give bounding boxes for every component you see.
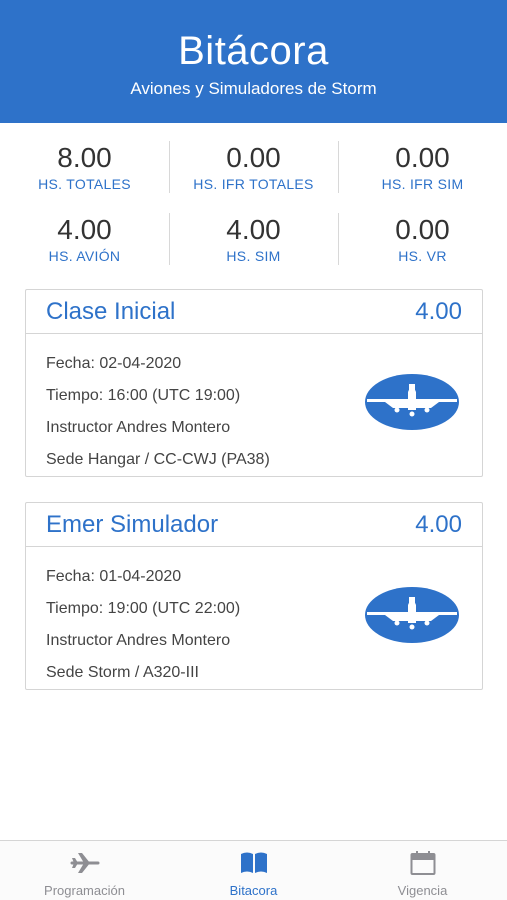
stat-hs-ifr-totales: 0.00 HS. IFR TOTALES [169,135,338,199]
stat-label: HS. TOTALES [38,176,131,192]
page-title: Bitácora [178,29,329,73]
tab-programacion[interactable]: Programación [0,841,169,900]
logbook-entry-card[interactable]: Emer Simulador 4.00 Fecha: 01-04-2020 Ti… [25,502,483,690]
airplane-icon [365,587,459,643]
entry-title: Clase Inicial [46,297,176,325]
stat-hs-vr: 0.00 HS. VR [338,207,507,271]
stat-label: HS. AVIÓN [48,248,121,264]
stat-hs-totales: 8.00 HS. TOTALES [0,135,169,199]
entry-hours: 4.00 [415,297,462,325]
entry-title: Emer Simulador [46,510,219,538]
stat-value: 4.00 [226,214,281,245]
tab-bitacora[interactable]: Bitacora [169,841,338,900]
stats-row: 4.00 HS. AVIÓN 4.00 HS. SIM 0.00 HS. VR [0,207,507,271]
tab-label: Programación [44,883,125,898]
entry-header: Clase Inicial 4.00 [26,290,482,334]
stat-label: HS. IFR SIM [381,176,464,192]
entry-details: Fecha: 01-04-2020 Tiempo: 19:00 (UTC 22:… [26,547,482,689]
stat-value: 8.00 [57,142,112,173]
book-icon [169,849,338,877]
stat-value: 0.00 [395,214,450,245]
stat-value: 4.00 [57,214,112,245]
stat-label: HS. SIM [226,248,281,264]
bottom-tab-bar: Programación Bitacora Vigencia [0,840,507,900]
tab-label: Bitacora [229,883,278,898]
calendar-icon [338,849,507,877]
stat-hs-avion: 4.00 HS. AVIÓN [0,207,169,271]
entry-location: Sede Storm / A320-III [46,664,199,681]
airplane-icon [365,374,459,430]
entry-location: Sede Hangar / CC-CWJ (PA38) [46,451,270,468]
app-header: Bitácora Aviones y Simuladores de Storm [0,0,507,123]
stats-summary: 8.00 HS. TOTALES 0.00 HS. IFR TOTALES 0.… [0,135,507,279]
stat-label: HS. VR [398,248,447,264]
tab-label: Vigencia [397,883,448,898]
page-subtitle: Aviones y Simuladores de Storm [130,79,377,98]
entry-details: Fecha: 02-04-2020 Tiempo: 16:00 (UTC 19:… [26,334,482,476]
stat-label: HS. IFR TOTALES [193,176,314,192]
stat-hs-ifr-sim: 0.00 HS. IFR SIM [338,135,507,199]
stats-row: 8.00 HS. TOTALES 0.00 HS. IFR TOTALES 0.… [0,135,507,199]
entry-header: Emer Simulador 4.00 [26,503,482,547]
stat-value: 0.00 [226,142,281,173]
plane-icon [0,849,169,877]
logbook-entry-card[interactable]: Clase Inicial 4.00 Fecha: 02-04-2020 Tie… [25,289,483,477]
tab-vigencia[interactable]: Vigencia [338,841,507,900]
stat-hs-sim: 4.00 HS. SIM [169,207,338,271]
stat-value: 0.00 [395,142,450,173]
entry-hours: 4.00 [415,510,462,538]
